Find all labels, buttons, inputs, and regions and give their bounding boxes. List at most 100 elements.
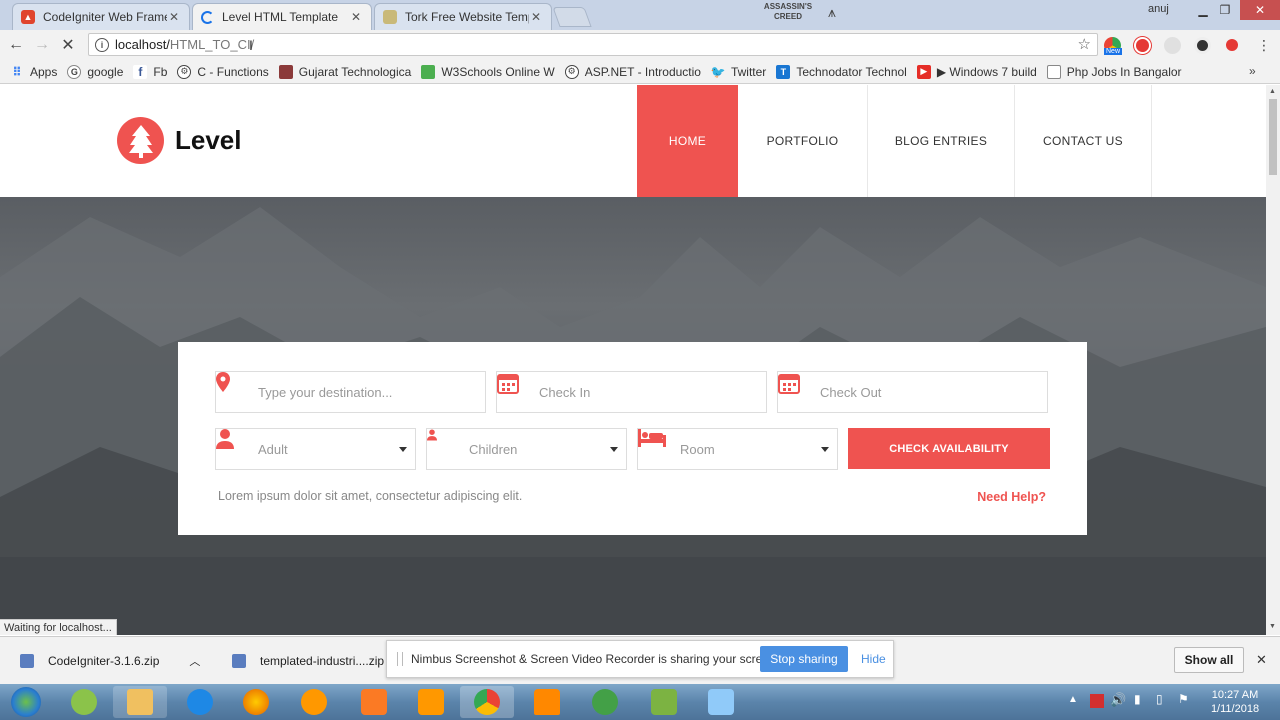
nav-home[interactable]: HOME [637,85,738,197]
nav-blog-entries[interactable]: BLOG ENTRIES [867,85,1014,197]
room-select[interactable]: Room [637,428,838,470]
back-arrow-icon[interactable]: ← [6,35,26,55]
show-hidden-icons-icon[interactable]: ▲ [1068,694,1078,705]
start-button[interactable] [0,686,52,718]
close-tab-icon[interactable]: ✕ [349,10,363,24]
close-tab-icon[interactable]: ✕ [167,10,181,24]
taskbar-explorer[interactable] [113,686,167,718]
app-icon [71,689,97,715]
bookmark-star-icon[interactable]: ☆ [1078,35,1091,53]
bookmark-apps[interactable]: ⠿ Apps [10,65,57,79]
window-close-icon[interactable]: ✕ [1240,0,1280,20]
tork-favicon-icon [383,10,397,24]
taskbar-firefox[interactable] [229,686,283,718]
nav-portfolio[interactable]: PORTFOLIO [738,85,867,197]
w3schools-icon [421,64,436,79]
extension-icon[interactable] [1164,37,1181,54]
page-viewport: Level HOME PORTFOLIO BLOG ENTRIES CONTAC… [0,85,1266,635]
bookmark-windows7[interactable]: ▶ ▶ Windows 7 build [916,64,1037,79]
chevron-up-icon[interactable]: ︿ [189,653,200,669]
bookmark-google[interactable]: Ggoogle [67,64,123,79]
forward-arrow-icon[interactable]: → [32,35,52,55]
stop-sharing-button[interactable]: Stop sharing [760,646,848,672]
bookmark-twitter[interactable]: 🐦 Twitter [711,65,767,79]
profile-name[interactable]: anuj [1148,3,1169,15]
taskbar-ie[interactable] [173,686,227,718]
destination-field[interactable]: Type your destination... [215,371,486,413]
taskbar-utorrent[interactable] [637,686,691,718]
network-icon[interactable]: ▮ [1134,692,1141,706]
adult-select[interactable]: Adult [215,428,416,470]
bookmark-c-functions[interactable]: ⚙ C - Functions [177,64,269,79]
taskbar-app[interactable] [287,686,341,718]
scroll-up-icon[interactable]: ▲ [1269,88,1276,95]
bookmark-w3schools[interactable]: W3Schools Online W [421,64,555,79]
tab-title: Level HTML Template [222,10,339,24]
firefox-icon [243,689,269,715]
action-center-icon[interactable]: ⚑ [1178,692,1189,706]
google-icon: G [67,64,82,79]
more-bookmarks-icon[interactable]: » [1249,64,1256,78]
chevron-down-icon [821,447,829,452]
stop-loading-icon[interactable]: ✕ [58,35,78,55]
new-tab-button[interactable] [552,7,592,27]
taskbar-app[interactable] [578,686,632,718]
system-clock[interactable]: 10:27 AM 1/11/2018 [1200,688,1270,716]
children-select[interactable]: Children [426,428,627,470]
tab-level[interactable]: Level HTML Template ✕ [192,3,372,30]
site-logo[interactable]: Level [117,117,242,164]
taskbar-app[interactable] [694,686,748,718]
tray-app-icon[interactable] [1090,694,1104,708]
bookmark-aspnet[interactable]: ⚙ ASP.NET - Introductio [564,64,701,79]
nav-contact-us[interactable]: CONTACT US [1014,85,1152,197]
room-value: Room [680,441,715,457]
address-bar[interactable]: i localhost/HTML_TO_CI/ I ☆ [88,33,1098,56]
hero-section: Type your destination... Check In Check … [0,197,1266,635]
booking-note: Lorem ipsum dolor sit amet, consectetur … [218,489,523,503]
taskbar-app[interactable] [57,686,111,718]
battery-icon[interactable]: ▯ [1156,692,1163,706]
taskbar-sublime[interactable] [404,686,458,718]
close-downloads-icon[interactable]: ✕ [1256,652,1267,668]
app-icon [708,689,734,715]
taskbar-chrome[interactable] [460,686,514,718]
scrollbar-thumb[interactable] [1269,99,1277,175]
bookmark-php-jobs[interactable]: Php Jobs In Bangalor [1046,64,1182,79]
show-all-button[interactable]: Show all [1174,647,1244,673]
download-item[interactable]: CodeIgniter-3.1.6.zip ︿ [20,637,200,685]
download-name: templated-industri....zip [260,654,385,668]
tab-tork[interactable]: Tork Free Website Temp ✕ [374,3,552,30]
download-item[interactable]: templated-industri....zip [232,637,384,685]
hide-button[interactable]: Hide [861,652,886,666]
map-pin-icon [216,372,254,412]
menu-icon[interactable]: ⋮ [1254,35,1274,55]
panda-extension-icon[interactable] [1194,37,1211,54]
folder-icon [127,689,153,715]
tab-title: Tork Free Website Temp [405,10,529,24]
internet-explorer-icon [187,689,213,715]
share-message: Nimbus Screenshot & Screen Video Recorde… [411,652,779,666]
page-scrollbar[interactable]: ▲ ▼ [1266,85,1280,635]
person-icon [216,429,254,469]
opera-extension-icon[interactable] [1134,37,1151,54]
scroll-down-icon[interactable]: ▼ [1269,623,1276,630]
volume-icon[interactable]: 🔊 [1110,692,1126,708]
taskbar-xampp[interactable] [347,686,401,718]
restore-icon[interactable]: ❐ [1212,0,1238,20]
apps-icon: ⠿ [12,64,22,79]
check-availability-button[interactable]: CHECK AVAILABILITY [848,428,1050,469]
need-help-link[interactable]: Need Help? [977,490,1046,504]
close-tab-icon[interactable]: ✕ [529,10,543,24]
info-icon[interactable]: i [95,37,109,52]
url-text: localhost/HTML_TO_CI/ [115,37,254,52]
check-in-field[interactable]: Check In [496,371,767,413]
check-out-field[interactable]: Check Out [777,371,1048,413]
taskbar-vlc[interactable] [520,686,574,718]
bookmark-fb[interactable]: f Fb [133,64,167,79]
tab-codeigniter[interactable]: ▲ CodeIgniter Web Frame ✕ [12,3,190,30]
youtube-icon: ▶ [916,64,931,79]
drag-handle-icon[interactable] [397,652,403,666]
bookmark-gujarat[interactable]: Gujarat Technologica [278,64,411,79]
bookmark-technodator[interactable]: T Technodator Technol [776,64,907,79]
record-extension-icon[interactable] [1226,39,1238,51]
